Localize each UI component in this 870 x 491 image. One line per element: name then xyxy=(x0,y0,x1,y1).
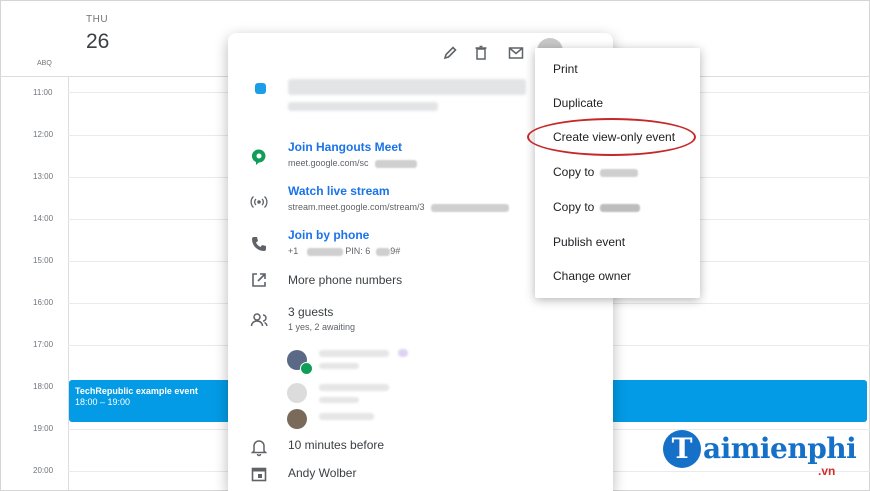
open-external-icon xyxy=(252,273,266,287)
redacted-event-date xyxy=(288,102,438,111)
hour-label: 15:00 xyxy=(33,256,54,265)
menu-item-change-owner[interactable]: Change owner xyxy=(553,269,631,283)
redacted-guest-badge xyxy=(398,349,408,357)
hour-label: 16:00 xyxy=(33,298,54,307)
event-title: TechRepublic example event xyxy=(75,386,198,396)
day-header[interactable]: THU 26 xyxy=(86,14,109,54)
organizer-name: Andy Wolber xyxy=(288,466,357,480)
hour-label: 14:00 xyxy=(33,214,54,223)
bell-icon xyxy=(250,440,268,457)
live-stream-icon xyxy=(250,196,268,208)
day-number[interactable]: 26 xyxy=(86,30,109,54)
day-of-week: THU xyxy=(86,14,109,25)
hangouts-url[interactable]: meet.google.com/sc xyxy=(288,158,417,168)
menu-item-print[interactable]: Print xyxy=(553,62,578,76)
hour-label: 18:00 xyxy=(33,382,54,391)
guest-avatar[interactable] xyxy=(287,409,307,429)
reminder-text: 10 minutes before xyxy=(288,438,385,452)
hour-label: 17:00 xyxy=(33,340,54,349)
pencil-icon[interactable] xyxy=(441,44,459,62)
more-phone-numbers-link[interactable]: More phone numbers xyxy=(288,273,402,287)
menu-item-copy-to-calendar[interactable]: Copy to xyxy=(553,165,639,179)
menu-item-duplicate[interactable]: Duplicate xyxy=(553,96,603,110)
trash-icon[interactable] xyxy=(472,44,490,62)
redacted-guest-name xyxy=(319,413,374,420)
watermark-domain: .vn xyxy=(818,464,836,478)
watermark-letter: T xyxy=(663,430,701,468)
event-color-swatch xyxy=(255,83,266,94)
calendar-icon xyxy=(251,467,267,482)
redacted-guest-detail xyxy=(319,397,359,403)
redacted-guest-name xyxy=(319,384,389,391)
hour-label: 19:00 xyxy=(33,424,54,433)
time-gutter-divider xyxy=(68,76,69,490)
guests-icon xyxy=(250,313,268,327)
mail-icon[interactable] xyxy=(507,44,525,62)
menu-item-publish-event[interactable]: Publish event xyxy=(553,235,625,249)
accepted-check-icon xyxy=(300,362,313,375)
menu-item-copy-to-calendar-2[interactable]: Copy to xyxy=(553,200,641,214)
guest-count: 3 guests xyxy=(288,305,334,319)
timezone-label: ABQ xyxy=(37,60,52,67)
watch-live-stream-link[interactable]: Watch live stream xyxy=(288,184,390,198)
event-time: 18:00 – 19:00 xyxy=(75,397,131,407)
phone-details[interactable]: +1 PIN: 6 9# xyxy=(288,246,400,256)
guest-avatar[interactable] xyxy=(287,383,307,403)
guest-summary: 1 yes, 2 awaiting xyxy=(288,322,356,332)
calendar-event-text[interactable]: TechRepublic example event 18:00 – 19:00 xyxy=(75,386,198,408)
redacted-guest-name xyxy=(319,350,389,357)
highlight-annotation xyxy=(527,118,696,156)
phone-icon xyxy=(252,237,266,251)
watermark-brand: aimienphi xyxy=(703,432,857,465)
hour-label: 12:00 xyxy=(33,130,54,139)
join-by-phone-link[interactable]: Join by phone xyxy=(288,228,369,242)
redacted-guest-detail xyxy=(319,363,359,369)
redacted-event-title xyxy=(288,79,526,95)
join-hangouts-link[interactable]: Join Hangouts Meet xyxy=(288,140,402,154)
hour-label: 20:00 xyxy=(33,466,54,475)
watermark-logo: T aimienphi .vn xyxy=(663,430,857,480)
hangouts-icon xyxy=(251,149,266,165)
hour-label: 11:00 xyxy=(33,88,53,97)
hour-label: 13:00 xyxy=(33,172,54,181)
live-stream-url[interactable]: stream.meet.google.com/stream/3 xyxy=(288,202,509,212)
